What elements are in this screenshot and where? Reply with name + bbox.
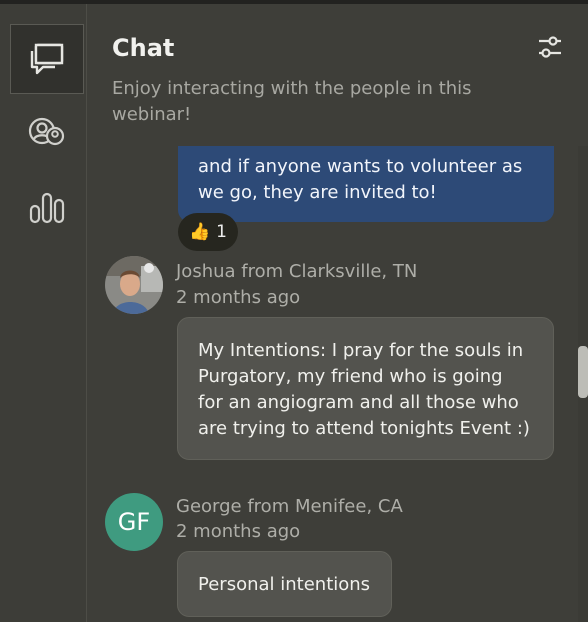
message-line: Purgatory, my friend who is going bbox=[198, 366, 503, 387]
side-rail bbox=[0, 4, 87, 622]
polls-tab[interactable] bbox=[10, 172, 84, 242]
message-line: we go, they are invited to! bbox=[198, 182, 437, 203]
page-subtitle: Enjoy interacting with the people in thi… bbox=[112, 78, 472, 125]
message-author: Joshua from Clarksville, TN bbox=[176, 261, 418, 282]
reaction-chip[interactable]: 👍 1 bbox=[178, 213, 238, 251]
people-tab[interactable] bbox=[10, 98, 84, 168]
page-title: Chat bbox=[112, 34, 175, 62]
message-line: for an angiogram and all those who bbox=[198, 392, 519, 413]
chat-icon bbox=[30, 43, 64, 75]
message-line: My Intentions: I pray for the souls in bbox=[198, 340, 524, 361]
message-bubble: Personal intentions bbox=[177, 551, 392, 617]
message-bubble: and if anyone wants to volunteer as we g… bbox=[178, 146, 554, 222]
message-time: 2 months ago bbox=[176, 287, 301, 308]
sliders-icon bbox=[539, 36, 561, 58]
message-author: George from Menifee, CA bbox=[176, 496, 403, 517]
chat-panel: Chat Enjoy interacting with the people i… bbox=[87, 4, 588, 622]
message-line: are trying to attend tonights Event :) bbox=[198, 418, 530, 439]
reaction-count: 1 bbox=[216, 222, 227, 242]
message-line: Personal intentions bbox=[198, 574, 371, 595]
chat-settings-button[interactable] bbox=[535, 34, 565, 60]
message-line: and if anyone wants to volunteer as bbox=[198, 156, 523, 177]
avatar: GF bbox=[105, 493, 163, 551]
people-icon bbox=[28, 117, 65, 146]
message-bubble: My Intentions: I pray for the souls in P… bbox=[177, 317, 554, 460]
chat-tab[interactable] bbox=[10, 24, 84, 94]
message-feed[interactable]: and if anyone wants to volunteer as we g… bbox=[87, 146, 588, 622]
bar-chart-icon bbox=[29, 192, 65, 224]
avatar bbox=[105, 256, 163, 314]
message-time: 2 months ago bbox=[176, 521, 301, 542]
thumbs-up-icon: 👍 bbox=[189, 222, 211, 242]
scrollbar-thumb[interactable] bbox=[578, 346, 588, 398]
